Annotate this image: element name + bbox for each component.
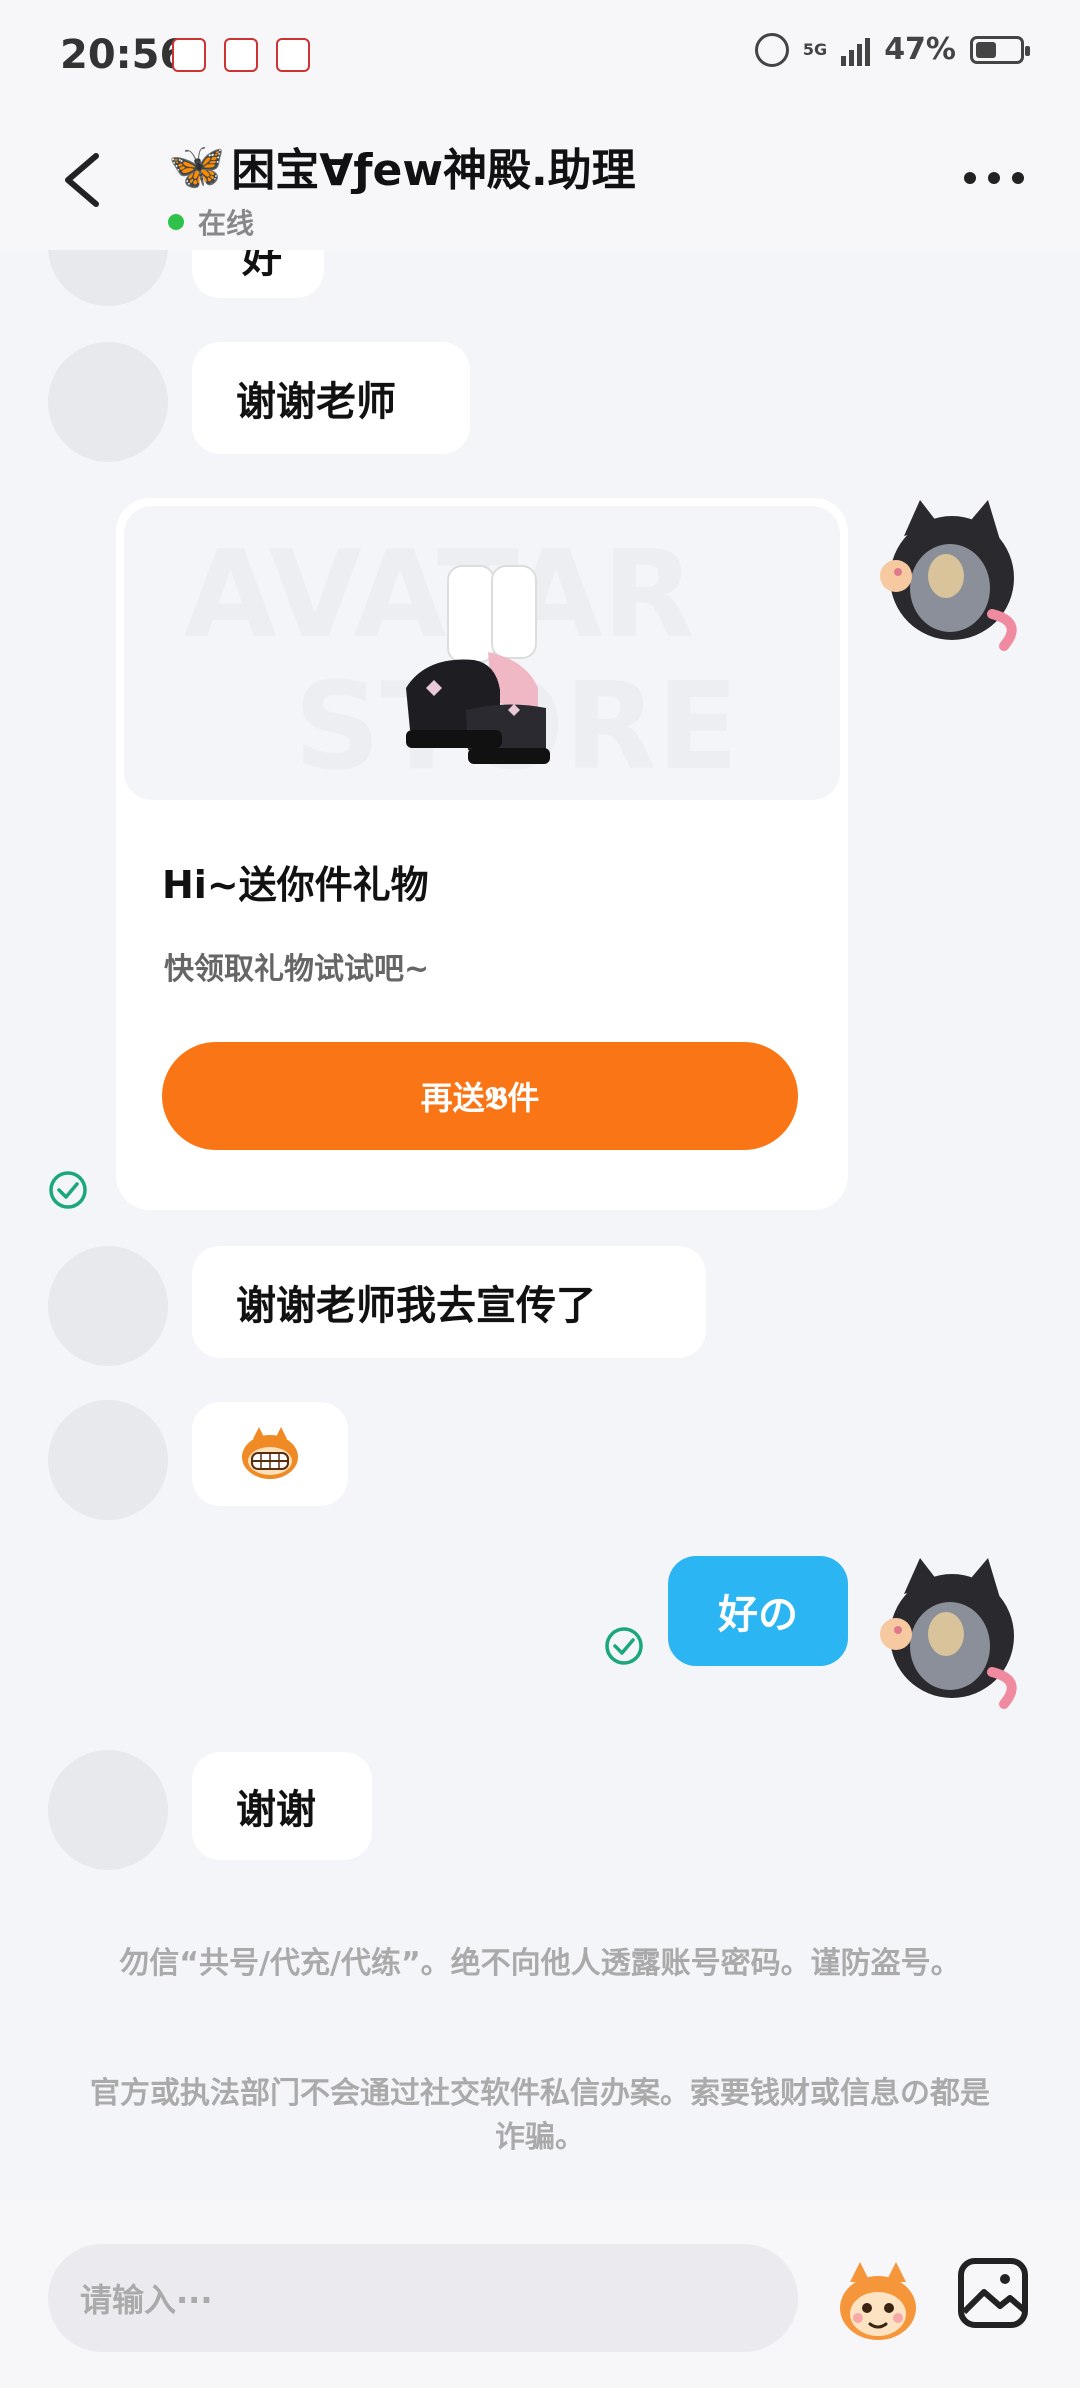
send-another-gift-button[interactable]: 再送𝕭件 — [162, 1042, 798, 1150]
gift-image: AVATAR STORE — [124, 506, 840, 800]
read-check-icon — [605, 1627, 643, 1665]
notification-icon — [276, 38, 310, 72]
message-input[interactable]: 请输入··· — [48, 2244, 798, 2352]
avatar — [48, 342, 168, 462]
chat-header: 🦋 困宝Ɐƒew神殿.助理 在线 — [0, 110, 1080, 250]
message-text: 谢谢 — [236, 1787, 316, 1833]
online-status: 在线 — [168, 202, 254, 242]
sticker-bubble[interactable] — [192, 1402, 348, 1506]
self-avatar[interactable] — [874, 496, 1024, 656]
monkey-emoji-icon[interactable] — [830, 2252, 926, 2348]
online-dot-icon — [168, 214, 184, 230]
avatar — [48, 1750, 168, 1870]
platform-shoes-image — [406, 565, 550, 764]
battery-icon — [970, 35, 1030, 64]
input-placeholder: 请输入··· — [80, 2281, 213, 2319]
fraud-notice: 官方或执法部门不会通过社交软件私信办案。索要钱财或信息の都是诈骗。 — [90, 2076, 990, 2155]
hd-call-icon — [754, 32, 789, 67]
battery-percent: 47% — [884, 32, 956, 67]
online-status-text: 在线 — [198, 207, 255, 240]
read-check-icon — [49, 1171, 87, 1209]
avatar — [48, 1246, 168, 1366]
message-bubble[interactable]: 谢谢老师我去宣传了 — [192, 1246, 706, 1358]
network-type: 5G — [802, 39, 828, 59]
gift-card-subtitle: 快领取礼物试试吧~ — [164, 952, 430, 987]
input-bar: 请输入··· — [0, 2200, 1080, 2388]
image-icon[interactable] — [956, 2256, 1030, 2330]
chevron-left-icon[interactable] — [58, 150, 108, 210]
status-time: 20:56 — [60, 32, 188, 78]
safety-notice: 勿信“共号/代充/代练”。绝不向他人透露账号密码。谨防盗号。 — [119, 1946, 961, 1981]
status-indicators: 5G 47% — [754, 32, 1030, 67]
gift-card-title: Hi~送你件礼物 — [162, 863, 429, 907]
message-bubble[interactable]: 谢谢老师 — [192, 342, 470, 454]
gift-card[interactable]: AVATAR STORE Hi~送你件礼物 快领取礼物试试吧~ 再送𝕭件 — [116, 498, 848, 1210]
message-text: 谢谢老师我去宣传了 — [236, 1283, 596, 1329]
contact-name: 困宝Ɐƒew神殿.助理 — [231, 145, 636, 196]
self-message-bubble[interactable]: 好の — [668, 1556, 848, 1666]
avatar — [48, 1400, 168, 1520]
notification-icon — [224, 38, 258, 72]
status-bar: 20:56 5G 47% — [0, 0, 1080, 110]
grinning-monkey-sticker — [242, 1427, 298, 1479]
self-avatar[interactable] — [874, 1554, 1024, 1714]
signal-icon — [841, 34, 871, 66]
notification-icon — [172, 38, 206, 72]
message-text: 谢谢老师 — [236, 379, 396, 425]
butterfly-icon: 🦋 — [168, 139, 226, 193]
message-bubble[interactable]: 谢谢 — [192, 1752, 372, 1860]
chat-title: 🦋 困宝Ɐƒew神殿.助理 — [168, 134, 636, 198]
more-dots-icon[interactable] — [964, 172, 1024, 184]
message-text: 好の — [718, 1592, 798, 1638]
